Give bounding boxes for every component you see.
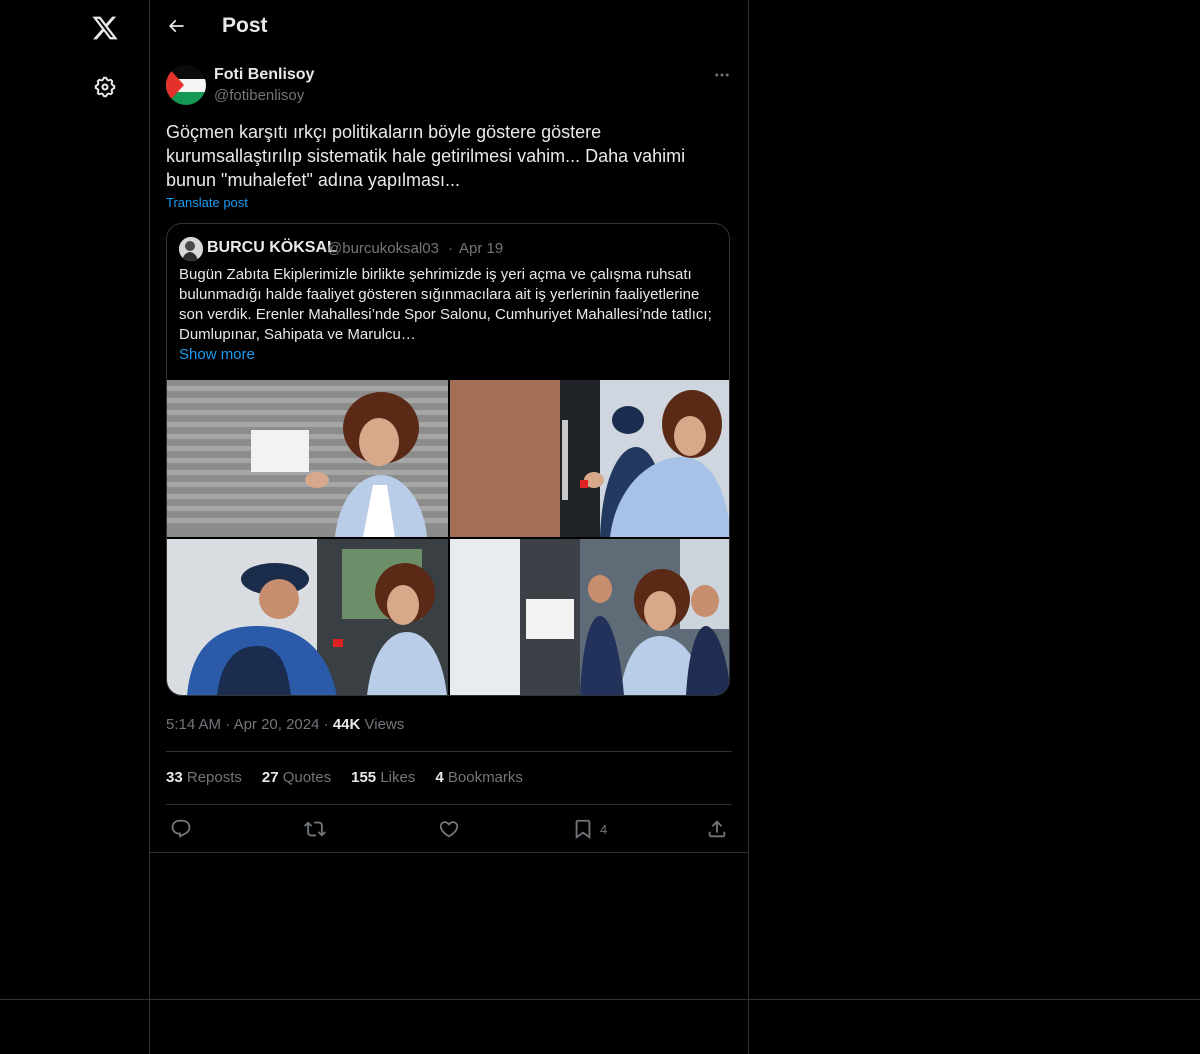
quoted-author-handle: @burcukoksal03 [327,240,439,257]
bottom-divider [0,999,1200,1000]
bookmarks-stat[interactable]: 4 Bookmarks [435,769,523,786]
settings-button[interactable] [85,67,125,107]
bookmark-count: 4 [600,821,608,837]
media-photo-2[interactable] [450,380,729,537]
gear-icon [94,76,116,98]
arrow-left-icon [168,19,184,33]
quotes-count: 27 [261,769,279,786]
page-header: Post [150,0,748,53]
quotes-stat[interactable]: 27 Quotes [262,769,331,786]
quotes-label: Quotes [282,769,332,786]
media-photo-4[interactable] [450,539,729,695]
bookmarks-label: Bookmarks [447,769,523,786]
post-time[interactable]: 5:14 AM [166,716,221,733]
engagement-stats: 33 Reposts 27 Quotes 155 Likes 4 Bookmar… [166,769,523,786]
reply-icon [171,819,191,838]
post-metadata: 5:14 AM · Apr 20, 2024 · 44K Views [166,716,404,733]
separator-dot: · [225,716,234,733]
bookmarks-count: 4 [435,769,444,786]
show-more-link[interactable]: Show more [179,346,255,363]
separator-dot: · [448,240,453,257]
quoted-post[interactable]: BURCU KÖKSAL @burcukoksal03 · Apr 19 Bug… [166,223,730,696]
translate-post-link[interactable]: Translate post [166,195,248,210]
reposts-label: Reposts [186,769,242,786]
quoted-post-text-block: Bugün Zabıta Ekiplerimizle birlikte şehr… [179,265,724,365]
share-button[interactable] [706,817,728,841]
heart-icon [439,821,459,838]
likes-count: 155 [351,769,377,786]
media-photo-3[interactable] [167,539,448,695]
x-logo-icon[interactable] [85,8,125,48]
bookmark-button[interactable]: 4 [572,817,607,841]
bookmark-icon [575,819,591,840]
separator-dot: · [323,716,333,733]
quoted-author-name: BURCU KÖKSAL [207,239,337,256]
page-title: Post [222,14,268,37]
post-text: Göçmen karşıtı ırkçı politikaların böyle… [166,122,686,190]
author-name[interactable]: Foti Benlisoy [214,66,314,84]
views-label: Views [364,716,405,733]
reposts-count: 33 [166,769,183,786]
like-button[interactable] [438,817,460,841]
repost-icon [304,821,326,837]
quoted-author-avatar [179,237,203,261]
divider [166,804,732,805]
repost-button[interactable] [304,817,326,841]
author-handle[interactable]: @fotibenlisoy [214,87,304,104]
post-date[interactable]: Apr 20, 2024 [234,716,320,733]
share-icon [708,820,726,838]
media-photo-1[interactable] [167,380,448,537]
likes-label: Likes [380,769,416,786]
left-column-divider [149,0,150,1054]
back-button[interactable] [162,12,190,40]
reposts-stat[interactable]: 33 Reposts [166,769,242,786]
views-count: 44K [332,716,361,733]
post-actions-bar: 4 [166,815,732,843]
more-horizontal-icon [715,73,729,77]
reply-button[interactable] [170,817,192,841]
author-avatar[interactable] [166,65,206,105]
more-button[interactable] [710,64,734,86]
divider [150,852,748,853]
divider [166,751,732,752]
quoted-post-media-grid [167,380,729,695]
main-column-divider [748,0,749,1054]
likes-stat[interactable]: 155 Likes [351,769,415,786]
quoted-post-text: Bugün Zabıta Ekiplerimizle birlikte şehr… [179,266,712,343]
quoted-post-date: Apr 19 [459,240,504,257]
